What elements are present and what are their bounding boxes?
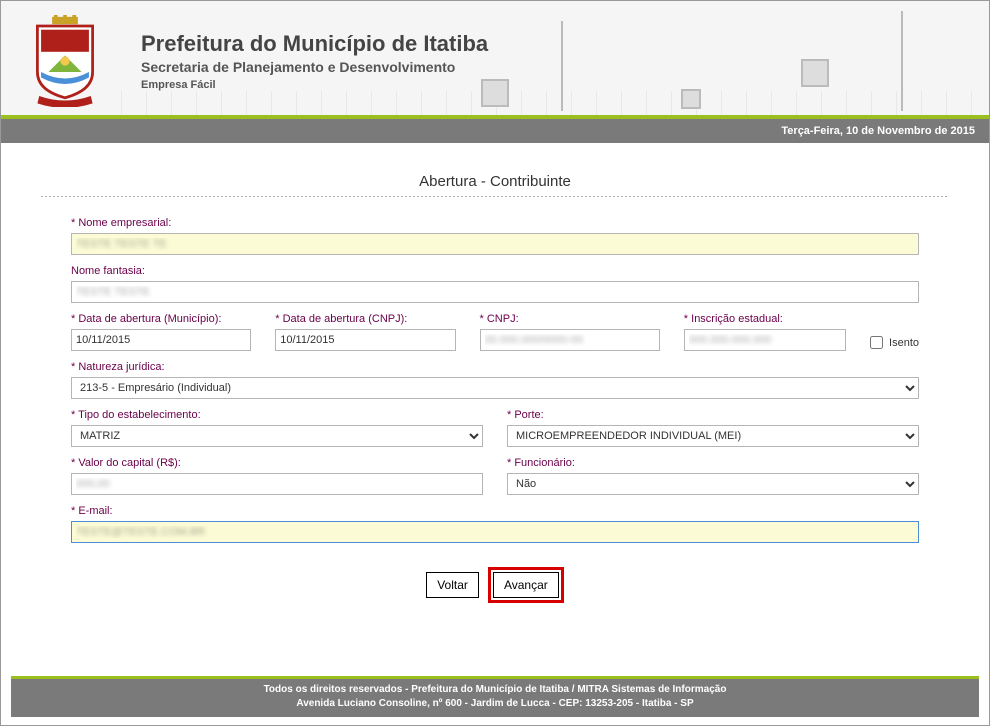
main-content: Abertura - Contribuinte * Nome empresari… xyxy=(1,143,989,613)
tipo-label: * Tipo do estabelecimento: xyxy=(71,409,483,421)
footer-text: Todos os direitos reservados - Prefeitur… xyxy=(11,679,979,717)
page-title: Abertura - Contribuinte xyxy=(41,173,949,190)
email-input[interactable] xyxy=(71,521,919,543)
inscricao-label: * Inscrição estadual: xyxy=(684,313,846,325)
header-appname: Empresa Fácil xyxy=(141,79,488,91)
date-bar: Terça-Feira, 10 de Novembro de 2015 xyxy=(1,119,989,143)
isento-checkbox[interactable] xyxy=(870,336,883,349)
tipo-select[interactable]: MATRIZ xyxy=(71,425,483,447)
nome-empresarial-input[interactable] xyxy=(71,233,919,255)
porte-label: * Porte: xyxy=(507,409,919,421)
data-cnpj-label: * Data de abertura (CNPJ): xyxy=(275,313,455,325)
footer-line2: Avenida Luciano Consoline, nº 600 - Jard… xyxy=(11,697,979,711)
porte-select[interactable]: MICROEMPREENDEDOR INDIVIDUAL (MEI) xyxy=(507,425,919,447)
nome-fantasia-label: Nome fantasia: xyxy=(71,265,919,277)
cnpj-input[interactable] xyxy=(480,329,660,351)
next-button-highlight: Avançar xyxy=(488,567,564,603)
button-row: Voltar Avançar xyxy=(71,567,919,603)
footer-line1: Todos os direitos reservados - Prefeitur… xyxy=(11,683,979,697)
header: Prefeitura do Município de Itatiba Secre… xyxy=(1,1,989,119)
nome-fantasia-input[interactable] xyxy=(71,281,919,303)
cnpj-label: * CNPJ: xyxy=(480,313,660,325)
email-label: * E-mail: xyxy=(71,505,919,517)
inscricao-input[interactable] xyxy=(684,329,846,351)
back-button[interactable]: Voltar xyxy=(426,572,479,598)
next-button[interactable]: Avançar xyxy=(493,572,559,598)
capital-label: * Valor do capital (R$): xyxy=(71,457,483,469)
funcionario-label: * Funcionário: xyxy=(507,457,919,469)
capital-input[interactable] xyxy=(71,473,483,495)
isento-label: Isento xyxy=(889,337,919,349)
data-cnpj-input[interactable] xyxy=(275,329,455,351)
header-subtitle: Secretaria de Planejamento e Desenvolvim… xyxy=(141,59,488,75)
footer: Todos os direitos reservados - Prefeitur… xyxy=(11,676,979,717)
form: * Nome empresarial: Nome fantasia: * Dat… xyxy=(41,217,949,603)
header-text-block: Prefeitura do Município de Itatiba Secre… xyxy=(141,31,488,91)
page-root: Prefeitura do Município de Itatiba Secre… xyxy=(0,0,990,726)
natureza-label: * Natureza jurídica: xyxy=(71,361,919,373)
funcionario-select[interactable]: Não xyxy=(507,473,919,495)
title-underline xyxy=(41,196,949,197)
city-crest-logo xyxy=(19,15,111,107)
data-municipio-label: * Data de abertura (Município): xyxy=(71,313,251,325)
natureza-select[interactable]: 213-5 - Empresário (Individual) xyxy=(71,377,919,399)
data-municipio-input[interactable] xyxy=(71,329,251,351)
nome-empresarial-label: * Nome empresarial: xyxy=(71,217,919,229)
header-title: Prefeitura do Município de Itatiba xyxy=(141,31,488,57)
